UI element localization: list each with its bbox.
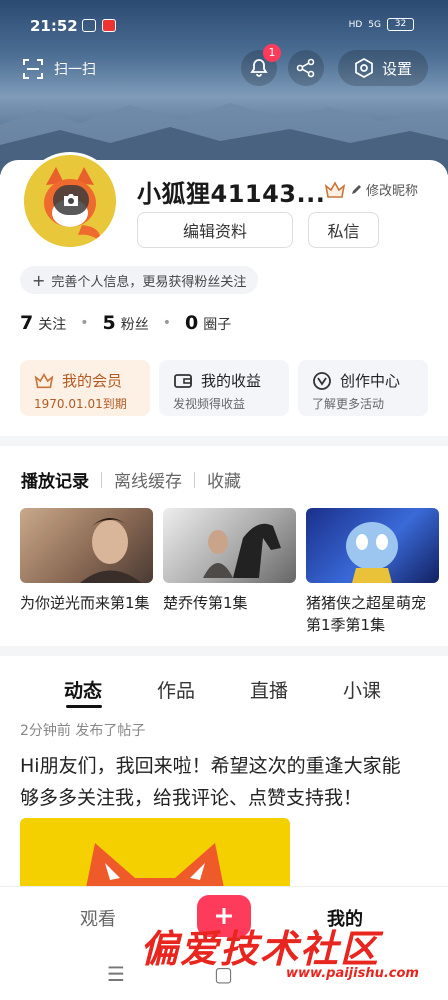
tab-works[interactable]: 作品 [157, 676, 195, 703]
scan-button[interactable]: 扫一扫 [22, 58, 96, 80]
share-icon [296, 58, 315, 78]
status-time: 21:52 [30, 17, 78, 35]
gear-icon [355, 58, 373, 78]
cartoon-poster-image [346, 522, 398, 583]
edit-nickname-link[interactable]: 修改昵称 [324, 180, 418, 199]
battery-icon: 32 [387, 18, 414, 31]
scan-icon [23, 59, 43, 79]
top-bar: 扫一扫 1 设置 [0, 44, 448, 90]
drama-poster-image [80, 518, 142, 583]
wallet-icon [174, 373, 192, 388]
message-button[interactable]: 私信 [308, 212, 379, 248]
camera-button[interactable] [53, 185, 89, 215]
status-right: HD 5G 32 [349, 18, 414, 31]
tab-live[interactable]: 直播 [250, 676, 288, 703]
settings-label: 设置 [381, 59, 412, 78]
active-tab-indicator [66, 705, 102, 708]
avatar[interactable] [21, 152, 119, 250]
history-title[interactable]: 楚乔传第1集 [163, 592, 248, 614]
vip-card[interactable]: 我的会员 1970.01.01到期 [20, 360, 150, 416]
history-title[interactable]: 为你逆光而来第1集 [20, 592, 150, 614]
scan-label: 扫一扫 [54, 62, 96, 78]
app-notification-icon [82, 19, 96, 32]
notification-button[interactable]: 1 [241, 44, 281, 86]
history-thumbnail[interactable] [306, 508, 439, 583]
post-text[interactable]: Hi朋友们，我回来啦！希望这次的重逢大家能 够多多关注我，给我评论、点赞支持我！ [20, 750, 430, 814]
tip-label: 完善个人信息，更易获得粉丝关注 [51, 274, 247, 290]
creator-icon [313, 371, 331, 390]
stat-following[interactable]: 7 关注 [20, 312, 66, 334]
history-thumbnail[interactable] [20, 508, 153, 583]
stat-circles[interactable]: 0 圈子 [185, 312, 231, 334]
app-notification-icon [102, 19, 116, 32]
watermark: 偏爱技术社区 [140, 927, 381, 971]
bell-icon [250, 59, 268, 77]
tab-divider [194, 471, 195, 488]
history-thumbnail[interactable] [163, 508, 296, 583]
earnings-card[interactable]: 我的收益 发视频得收益 [159, 360, 289, 416]
tab-courses[interactable]: 小课 [343, 676, 381, 703]
tab-play-history[interactable]: 播放记录 [21, 467, 89, 492]
crown-icon [324, 180, 346, 198]
stats-row: 7 关注 • 5 粉丝 • 0 圈子 [20, 312, 231, 334]
camera-icon [64, 194, 78, 206]
status-bar: 21:52 HD 5G 32 [0, 0, 448, 50]
menu-icon[interactable]: ☰ [107, 962, 125, 986]
vip-title: 我的会员 [62, 372, 123, 390]
nav-watch[interactable]: 观看 [80, 905, 116, 931]
earnings-sub: 发视频得收益 [173, 397, 246, 411]
dot-separator: • [162, 315, 171, 331]
complete-profile-tip[interactable]: + 完善个人信息，更易获得粉丝关注 [20, 266, 259, 294]
hd-icon: HD [348, 19, 363, 30]
tab-favorites[interactable]: 收藏 [207, 467, 241, 492]
share-button[interactable] [288, 50, 324, 86]
section-divider [0, 436, 448, 446]
vip-expiry: 1970.01.01到期 [34, 397, 127, 411]
notification-badge: 1 [263, 44, 281, 62]
watermark-url: www.paijishu.com [286, 966, 419, 981]
drama-poster-image [203, 523, 281, 578]
creator-center-card[interactable]: 创作中心 了解更多活动 [298, 360, 428, 416]
username: 小狐狸41143... [137, 180, 326, 208]
plus-icon: + [32, 270, 46, 290]
settings-button[interactable]: 设置 [338, 50, 428, 86]
tab-dynamics[interactable]: 动态 [64, 676, 102, 703]
history-tabs: 播放记录 离线缓存 收藏 [21, 467, 241, 492]
dot-separator: • [80, 315, 89, 331]
signal-icon: 5G [368, 19, 381, 30]
creator-title: 创作中心 [340, 372, 401, 390]
stat-followers[interactable]: 5 粉丝 [103, 312, 149, 334]
pencil-icon [352, 184, 361, 194]
history-title[interactable]: 猪猪侠之超星萌宠 第1季第1集 [306, 592, 426, 636]
creator-sub: 了解更多活动 [312, 397, 385, 411]
edit-profile-button[interactable]: 编辑资料 [137, 212, 293, 248]
earnings-title: 我的收益 [201, 372, 262, 390]
crown-icon [34, 372, 54, 388]
post-meta: 2分钟前 发布了帖子 [20, 723, 146, 739]
section-divider [0, 646, 448, 656]
tab-offline-cache[interactable]: 离线缓存 [114, 467, 182, 492]
edit-nickname-label: 修改昵称 [366, 184, 419, 199]
tab-divider [101, 471, 102, 488]
